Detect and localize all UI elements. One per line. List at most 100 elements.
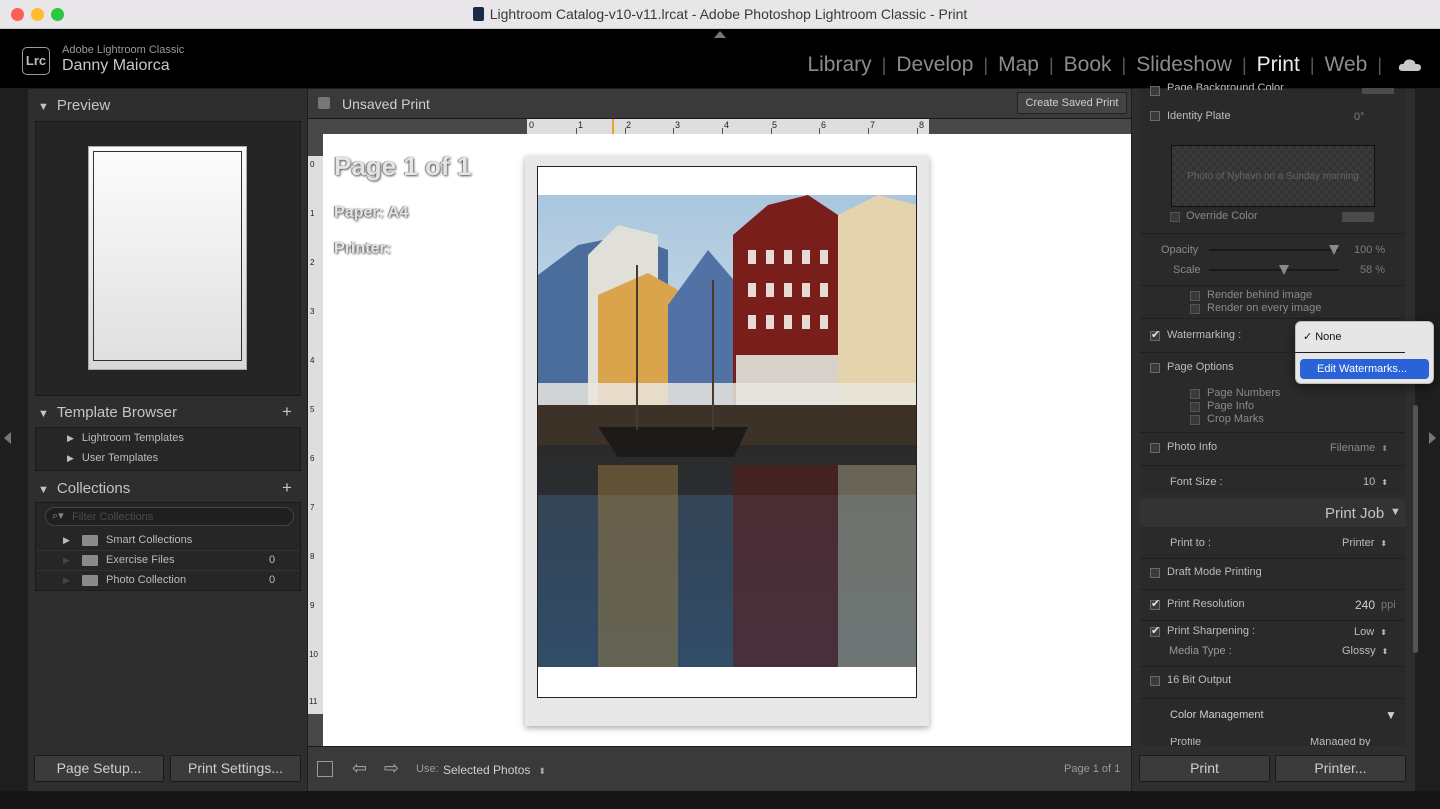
nyhavn-photo[interactable]	[538, 195, 916, 667]
draft-mode-checkbox[interactable]	[1150, 568, 1160, 578]
opacity-slider-thumb[interactable]	[1329, 245, 1339, 255]
ruler-label: 6	[310, 454, 315, 463]
page-background-color-checkbox[interactable]	[1150, 86, 1160, 96]
preview-header[interactable]: ▼ Preview	[38, 97, 110, 114]
template-browser-header[interactable]: ▼ Template Browser	[38, 404, 177, 421]
collection-item-photo[interactable]: ▶ Photo Collection 0	[36, 571, 300, 591]
module-print[interactable]: Print	[1247, 53, 1310, 77]
next-page-icon[interactable]: ⇨	[384, 758, 399, 779]
ruler-label: 4	[310, 356, 315, 365]
page-setup-button[interactable]: Page Setup...	[34, 755, 164, 782]
scale-value[interactable]: 58 %	[1360, 264, 1385, 276]
window-title: Lightroom Catalog-v10-v11.lrcat - Adobe …	[0, 6, 1440, 22]
opacity-value[interactable]: 100 %	[1354, 244, 1385, 256]
title-bar: Lightroom Catalog-v10-v11.lrcat - Adobe …	[0, 0, 1440, 29]
module-book[interactable]: Book	[1054, 53, 1122, 77]
print-to-label: Print to :	[1170, 537, 1211, 549]
16-bit-output-checkbox[interactable]	[1150, 676, 1160, 686]
print-to-selector[interactable]: Printer ⬍	[1342, 537, 1387, 549]
identity-plate-angle[interactable]: 0°	[1354, 111, 1365, 123]
print-resolution-value[interactable]: 240	[1355, 598, 1375, 612]
printer-button[interactable]: Printer...	[1275, 755, 1406, 782]
identity-plate-editor[interactable]: Photo of Nyhavn on a Sunday morning	[1171, 145, 1375, 207]
ruler-label: 0	[310, 160, 315, 169]
collection-item-exercise[interactable]: ▶ Exercise Files 0	[36, 551, 300, 571]
collapse-right-panel-icon[interactable]	[1429, 432, 1436, 444]
font-size-selector[interactable]: 10 ⬍	[1363, 476, 1388, 488]
ruler-label: 3	[310, 307, 315, 316]
identity-plate-checkbox[interactable]	[1150, 111, 1160, 121]
left-ruler: 0 1 2 3 4 5 6 7 8 9 10 11	[308, 156, 323, 714]
module-map[interactable]: Map	[988, 53, 1049, 77]
page-counter: Page 1 of 1	[1064, 763, 1121, 775]
collection-item-smart[interactable]: ▶ Smart Collections	[36, 531, 300, 551]
crop-marks-checkbox[interactable]	[1190, 415, 1200, 425]
divider	[1140, 558, 1405, 559]
page-numbers-checkbox[interactable]	[1190, 389, 1200, 399]
print-button[interactable]: Print	[1139, 755, 1270, 782]
profile-row[interactable]: Profile Managed by Printer	[1140, 738, 1405, 746]
render-behind-checkbox[interactable]	[1190, 291, 1200, 301]
filter-collections-input[interactable]: ⌕▾ Filter Collections	[45, 507, 294, 526]
16-bit-output-label: 16 Bit Output	[1167, 674, 1232, 686]
cloud-sync-icon[interactable]	[1398, 58, 1422, 72]
override-color-swatch[interactable]	[1342, 212, 1374, 222]
opacity-label: Opacity	[1161, 244, 1199, 256]
show-layout-grid-toggle[interactable]	[317, 761, 333, 777]
divider	[1140, 285, 1405, 286]
scale-slider-thumb[interactable]	[1278, 265, 1289, 275]
ruler-label: 5	[772, 120, 778, 130]
print-resolution-checkbox[interactable]	[1150, 597, 1160, 610]
render-every-checkbox[interactable]	[1190, 304, 1200, 314]
ruler-label: 2	[626, 120, 632, 130]
media-type-selector[interactable]: Glossy ⬍	[1342, 645, 1388, 657]
collections-header[interactable]: ▼ Collections	[38, 480, 130, 497]
create-saved-print-button[interactable]: Create Saved Print	[1017, 92, 1127, 114]
preview-page-thumbnail	[88, 146, 247, 370]
module-slideshow[interactable]: Slideshow	[1126, 53, 1242, 77]
use-selector[interactable]: Selected Photos ⬍	[443, 763, 546, 777]
watermark-option-none[interactable]: ✓ None	[1303, 330, 1342, 343]
use-label: Use:	[416, 763, 439, 775]
print-settings-button[interactable]: Print Settings...	[170, 755, 301, 782]
print-resolution-unit: ppi	[1381, 599, 1396, 611]
scale-slider[interactable]	[1209, 265, 1339, 275]
folder-triangle-icon: ▶	[63, 575, 70, 585]
collapse-left-panel-icon[interactable]	[4, 432, 11, 444]
divider	[1140, 352, 1405, 353]
sharpening-selector[interactable]: Low ⬍	[1354, 626, 1387, 638]
color-management-label[interactable]: Color Management	[1170, 709, 1264, 721]
ruler-label: 7	[310, 503, 315, 512]
stepper-icon: ⬍	[1381, 444, 1388, 453]
print-job-header[interactable]: Print Job ▼	[1140, 499, 1405, 527]
page-info-checkbox[interactable]	[1190, 402, 1200, 412]
printer-overlay: Printer:	[334, 240, 391, 257]
add-collection-icon[interactable]: +	[282, 478, 292, 498]
template-folder-user[interactable]: ▶ User Templates	[67, 452, 158, 464]
right-panel-scrollbar[interactable]	[1413, 405, 1418, 653]
media-type-label: Media Type :	[1169, 645, 1232, 657]
color-management-triangle-icon[interactable]: ▼	[1385, 708, 1397, 722]
slider-track	[1209, 249, 1339, 251]
opacity-slider[interactable]	[1209, 245, 1339, 255]
template-folder-lightroom[interactable]: ▶ Lightroom Templates	[67, 432, 184, 444]
collapse-top-panel-icon[interactable]	[714, 31, 726, 38]
module-library[interactable]: Library	[797, 53, 881, 77]
previous-page-icon[interactable]: ⇦	[352, 758, 367, 779]
watermarking-checkbox[interactable]	[1150, 328, 1160, 341]
divider	[1140, 318, 1405, 319]
divider	[1140, 432, 1405, 433]
add-template-icon[interactable]: +	[282, 402, 292, 422]
module-develop[interactable]: Develop	[886, 53, 983, 77]
collection-name: Exercise Files	[106, 554, 175, 566]
watermark-option-edit[interactable]: Edit Watermarks...	[1300, 359, 1429, 379]
page-bg-color-swatch[interactable]	[1362, 88, 1394, 94]
page-options-checkbox[interactable]	[1150, 363, 1160, 373]
photo-info-selector[interactable]: Filename ⬍	[1330, 442, 1388, 454]
print-sharpening-checkbox[interactable]	[1150, 624, 1160, 637]
override-color-checkbox[interactable]	[1170, 212, 1180, 222]
photo-info-checkbox[interactable]	[1150, 443, 1160, 453]
checkmark-icon: ✓	[1303, 331, 1313, 343]
module-web[interactable]: Web	[1315, 53, 1378, 77]
photo-info-label: Photo Info	[1167, 441, 1218, 453]
